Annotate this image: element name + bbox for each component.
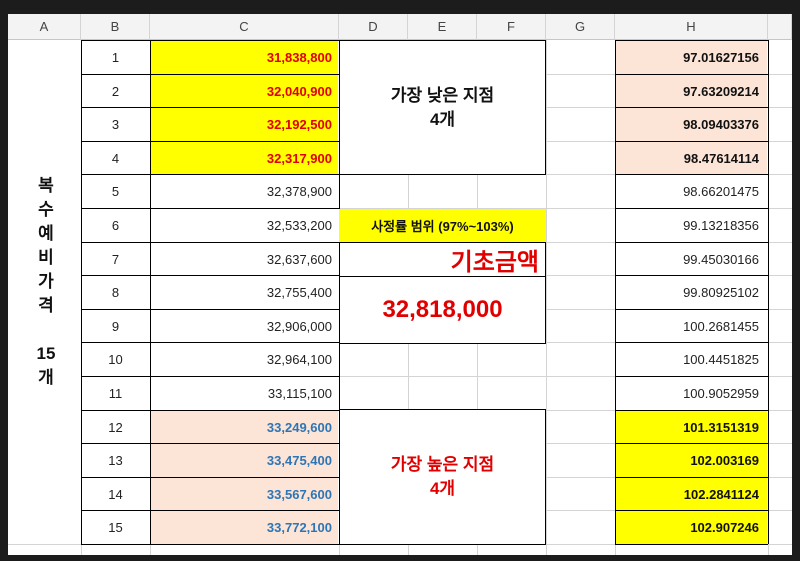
price-cell[interactable]: 33,772,100	[151, 511, 338, 544]
row-number-cell[interactable]: 2	[82, 75, 149, 107]
gridline-horizontal	[339, 376, 546, 377]
highest-points-count: 4개	[429, 479, 456, 498]
table-border-horizontal	[81, 544, 339, 545]
lowest-points-title: 가장 낮은 지점	[390, 85, 495, 105]
range-label-cell[interactable]: 사정률 범위 (97%~103%)	[339, 209, 546, 243]
price-cell[interactable]: 32,637,600	[151, 243, 338, 275]
row-number-cell[interactable]: 12	[82, 411, 149, 443]
column-header-d[interactable]: D	[339, 14, 408, 40]
rate-cell[interactable]: 100.9052959	[616, 377, 767, 410]
rate-cell[interactable]: 99.13218356	[616, 209, 767, 242]
price-cell[interactable]: 33,249,600	[151, 411, 338, 443]
price-cell[interactable]: 33,567,600	[151, 478, 338, 510]
column-header-e[interactable]: E	[408, 14, 477, 40]
vertical-label-char: 개	[38, 368, 54, 387]
row-number-cell[interactable]: 10	[82, 343, 149, 376]
row-number-cell[interactable]: 8	[82, 276, 149, 309]
rate-cell[interactable]: 102.2841124	[616, 478, 767, 510]
row-number-cell[interactable]: 6	[82, 209, 149, 242]
row-number-cell[interactable]: 4	[82, 142, 149, 174]
table-border-vertical	[768, 40, 769, 544]
lowest-points-count: 4개	[429, 109, 456, 129]
price-cell[interactable]: 32,755,400	[151, 276, 338, 309]
row-number-cell[interactable]: 15	[82, 511, 149, 544]
price-cell[interactable]: 32,378,900	[151, 175, 338, 208]
price-cell[interactable]: 32,906,000	[151, 310, 338, 342]
row-number-cell[interactable]: 9	[82, 310, 149, 342]
row-number-cell[interactable]: 5	[82, 175, 149, 208]
base-amount-label: 기초금액	[450, 249, 539, 276]
rate-cell[interactable]: 97.01627156	[616, 41, 767, 74]
column-header-h[interactable]: H	[615, 14, 768, 40]
base-amount-value: 32,818,000	[382, 296, 503, 323]
column-header-c[interactable]: C	[150, 14, 339, 40]
price-cell[interactable]: 31,838,800	[151, 41, 338, 74]
base-amount-label-cell[interactable]: 기초금액	[339, 243, 546, 277]
column-header-blank	[768, 14, 792, 40]
row-number-cell[interactable]: 7	[82, 243, 149, 275]
column-header-a[interactable]: A	[8, 14, 81, 40]
table-border-horizontal	[615, 544, 768, 545]
vertical-label-char: 수	[38, 200, 54, 219]
price-cell[interactable]: 32,192,500	[151, 108, 338, 141]
vertical-label-char: 가	[38, 272, 54, 291]
vertical-label-char: 복	[38, 176, 54, 195]
rate-cell[interactable]: 100.2681455	[616, 310, 767, 342]
spreadsheet-grid: A B C D E F G H 1 31,838,800 97.01627156 2 3…	[8, 14, 792, 555]
lowest-points-box[interactable]: 가장 낮은 지점 4개	[339, 40, 546, 175]
rate-cell[interactable]: 100.4451825	[616, 343, 767, 376]
rate-cell[interactable]: 101.3151319	[616, 411, 767, 443]
base-amount-value-cell[interactable]: 32,818,000	[339, 277, 546, 344]
vertical-label-char: 비	[38, 248, 54, 267]
rate-cell[interactable]: 99.80925102	[616, 276, 767, 309]
column-header-f[interactable]: F	[477, 14, 546, 40]
highest-points-title: 가장 높은 지점	[390, 455, 495, 474]
range-label-text: 사정률 범위 (97%~103%)	[371, 219, 514, 234]
multi-reserve-price-label: 복 수 예 비 가 격 15 개	[26, 174, 66, 390]
rate-cell[interactable]: 97.63209214	[616, 75, 767, 107]
row-number-cell[interactable]: 1	[82, 41, 149, 74]
rate-cell[interactable]: 98.47614114	[616, 142, 767, 174]
rate-cell[interactable]: 102.003169	[616, 444, 767, 477]
vertical-label-char: 15	[36, 344, 56, 363]
gridline-horizontal	[8, 544, 81, 545]
rate-cell[interactable]: 98.09403376	[616, 108, 767, 141]
column-header-b[interactable]: B	[81, 14, 150, 40]
price-cell[interactable]: 32,964,100	[151, 343, 338, 376]
row-number-cell[interactable]: 3	[82, 108, 149, 141]
vertical-label-char: 예	[38, 224, 54, 243]
row-number-cell[interactable]: 11	[82, 377, 149, 410]
rate-cell[interactable]: 98.66201475	[616, 175, 767, 208]
vertical-label-char: 격	[38, 296, 54, 315]
price-cell[interactable]: 32,533,200	[151, 209, 338, 242]
rate-cell[interactable]: 99.45030166	[616, 243, 767, 275]
price-cell[interactable]: 33,475,400	[151, 444, 338, 477]
column-header-g[interactable]: G	[546, 14, 615, 40]
rate-cell[interactable]: 102.907246	[616, 511, 767, 544]
price-cell[interactable]: 32,040,900	[151, 75, 338, 107]
highest-points-box[interactable]: 가장 높은 지점 4개	[339, 409, 546, 545]
price-cell[interactable]: 33,115,100	[151, 377, 338, 410]
price-cell[interactable]: 32,317,900	[151, 142, 338, 174]
row-number-cell[interactable]: 13	[82, 444, 149, 477]
row-number-cell[interactable]: 14	[82, 478, 149, 510]
